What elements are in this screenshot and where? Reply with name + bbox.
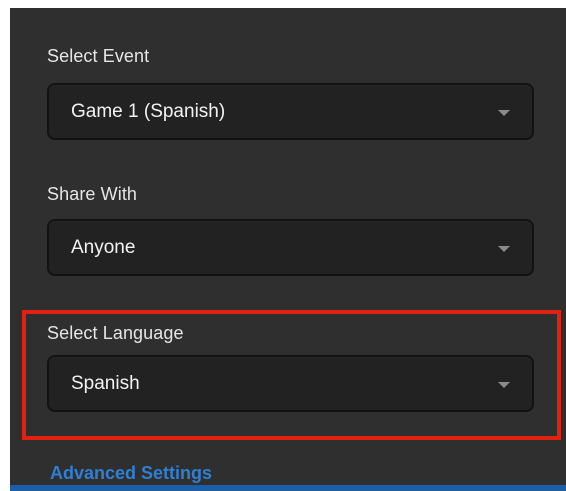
chevron-down-icon bbox=[498, 381, 510, 388]
select-language-value: Spanish bbox=[71, 372, 140, 394]
select-language-label: Select Language bbox=[47, 323, 184, 343]
chevron-down-icon bbox=[498, 109, 510, 116]
share-with-label: Share With bbox=[47, 184, 138, 204]
advanced-settings-link[interactable]: Advanced Settings bbox=[50, 463, 212, 484]
select-language-dropdown[interactable]: Spanish bbox=[47, 355, 534, 412]
bottom-accent-bar bbox=[10, 485, 566, 491]
select-event-value: Game 1 (Spanish) bbox=[71, 100, 226, 122]
select-event-dropdown[interactable]: Game 1 (Spanish) bbox=[47, 83, 534, 140]
select-event-label: Select Event bbox=[47, 46, 150, 66]
chevron-down-icon bbox=[498, 245, 510, 252]
share-settings-panel: Select Event Game 1 (Spanish) Share With… bbox=[10, 8, 566, 491]
share-with-value: Anyone bbox=[71, 236, 136, 258]
share-with-dropdown[interactable]: Anyone bbox=[47, 219, 534, 276]
